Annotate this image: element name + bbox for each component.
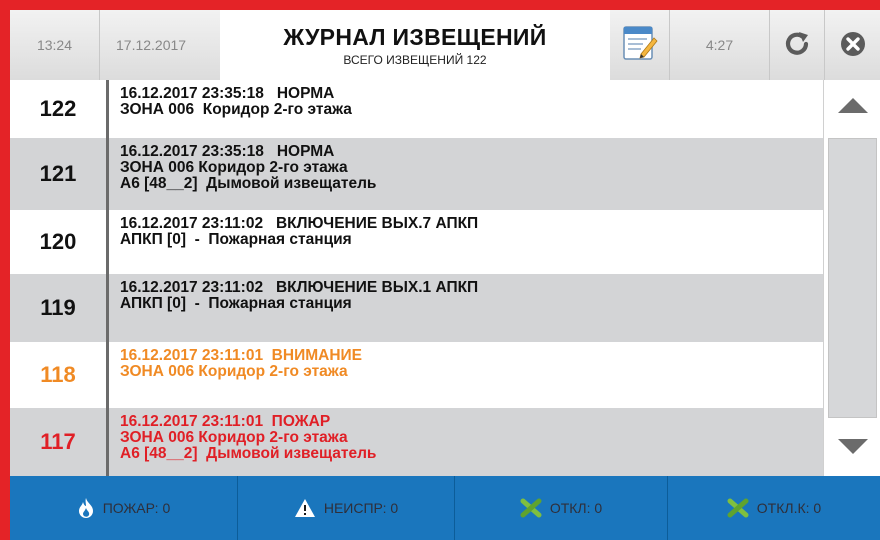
- fault-count: НЕИСПР: 0: [323, 500, 399, 516]
- event-number: 120: [39, 229, 77, 254]
- disabled-k-count: ОТКЛ.К: 0: [756, 500, 822, 516]
- warning-icon: [294, 498, 316, 518]
- fault-status-button[interactable]: НЕИСПР: 0: [238, 476, 455, 540]
- row-divider: [106, 408, 109, 476]
- notepad-icon: [621, 24, 659, 67]
- refresh-button[interactable]: [770, 10, 825, 80]
- triangle-down-icon: [836, 436, 870, 461]
- notepad-button[interactable]: [610, 10, 670, 80]
- event-line: 16.12.2017 23:11:02 ВКЛЮЧЕНИЕ ВЫХ.1 АПКП: [120, 279, 479, 296]
- scroll-up-button[interactable]: [824, 80, 880, 135]
- scroll-down-button[interactable]: [824, 421, 880, 476]
- event-line: ЗОНА 006 Коридор 2-го этажа: [120, 159, 348, 176]
- event-text: 16.12.2017 23:11:02 ВКЛЮЧЕНИЕ ВЫХ.1 АПКП…: [120, 280, 478, 312]
- row-divider: [106, 138, 109, 210]
- event-row-118[interactable]: 118 16.12.2017 23:11:01 ВНИМАНИЕ ЗОНА 00…: [10, 342, 823, 408]
- refresh-icon: [782, 29, 812, 62]
- disabled-k-status-button[interactable]: ОТКЛ.К: 0: [668, 476, 880, 540]
- event-row-119[interactable]: 119 16.12.2017 23:11:02 ВКЛЮЧЕНИЕ ВЫХ.1 …: [10, 274, 823, 342]
- clock-time: 13:24: [10, 10, 100, 80]
- event-row-121[interactable]: 121 16.12.2017 23:35:18 НОРМА ЗОНА 006 К…: [10, 138, 823, 210]
- header: 13:24 17.12.2017 ЖУРНАЛ ИЗВЕЩЕНИЙ ВСЕГО …: [10, 10, 880, 80]
- row-divider: [106, 210, 109, 274]
- journal-window: 13:24 17.12.2017 ЖУРНАЛ ИЗВЕЩЕНИЙ ВСЕГО …: [10, 10, 880, 540]
- time-text: 13:24: [36, 37, 73, 53]
- scrollbar[interactable]: [823, 80, 880, 476]
- fire-status-button[interactable]: ПОЖАР: 0: [10, 476, 238, 540]
- row-divider: [106, 80, 109, 138]
- close-button[interactable]: [825, 10, 880, 80]
- event-text: 16.12.2017 23:11:01 ВНИМАНИЕ ЗОНА 006 Ко…: [120, 348, 362, 380]
- event-number: 118: [40, 362, 76, 387]
- event-line: ЗОНА 006 Коридор 2-го этажа: [120, 101, 352, 118]
- page-title: ЖУРНАЛ ИЗВЕЩЕНИЙ: [283, 23, 547, 50]
- event-list[interactable]: 122 16.12.2017 23:35:18 НОРМА ЗОНА 006 К…: [10, 80, 823, 476]
- row-divider: [106, 274, 109, 342]
- event-line: ЗОНА 006 Коридор 2-го этажа: [120, 429, 348, 446]
- event-line: 16.12.2017 23:11:02 ВКЛЮЧЕНИЕ ВЫХ.7 АПКП: [120, 215, 479, 232]
- event-line: АПКП [0] - Пожарная станция: [120, 231, 352, 248]
- total-count: ВСЕГО ИЗВЕЩЕНИЙ 122: [343, 52, 487, 67]
- current-date: 17.12.2017: [100, 10, 220, 80]
- triangle-up-icon: [836, 95, 870, 120]
- event-text: 16.12.2017 23:11:02 ВКЛЮЧЕНИЕ ВЫХ.7 АПКП…: [120, 216, 478, 248]
- event-number: 121: [39, 161, 77, 186]
- event-row-122[interactable]: 122 16.12.2017 23:35:18 НОРМА ЗОНА 006 К…: [10, 80, 823, 138]
- event-line: 16.12.2017 23:11:01 ПОЖАР: [120, 413, 331, 430]
- date-text: 17.12.2017: [116, 37, 187, 53]
- event-line: ЗОНА 006 Коридор 2-го этажа: [120, 363, 348, 380]
- close-icon: [839, 30, 867, 61]
- disabled-count: ОТКЛ: 0: [549, 500, 603, 516]
- fire-count: ПОЖАР: 0: [102, 500, 171, 516]
- event-row-120[interactable]: 120 16.12.2017 23:11:02 ВКЛЮЧЕНИЕ ВЫХ.7 …: [10, 210, 823, 274]
- scroll-track[interactable]: [828, 138, 877, 418]
- disabled-k-x-icon: [727, 498, 749, 518]
- event-line: 16.12.2017 23:35:18 НОРМА: [120, 143, 335, 160]
- disabled-status-button[interactable]: ОТКЛ: 0: [455, 476, 668, 540]
- event-line: АПКП [0] - Пожарная станция: [120, 295, 352, 312]
- event-text: 16.12.2017 23:35:18 НОРМА ЗОНА 006 Корид…: [120, 144, 376, 192]
- fire-icon: [77, 497, 95, 519]
- session-timer: 4:27: [670, 10, 770, 80]
- disabled-x-icon: [520, 498, 542, 518]
- event-text: 16.12.2017 23:35:18 НОРМА ЗОНА 006 Корид…: [120, 86, 352, 118]
- timer-text: 4:27: [705, 37, 734, 53]
- event-row-117[interactable]: 117 16.12.2017 23:11:01 ПОЖАР ЗОНА 006 К…: [10, 408, 823, 476]
- event-line: 16.12.2017 23:11:01 ВНИМАНИЕ: [120, 347, 362, 364]
- event-line: А6 [48__2] Дымовой извещатель: [120, 175, 377, 192]
- event-number: 119: [40, 295, 76, 320]
- event-number: 122: [39, 96, 77, 121]
- event-line: А6 [48__2] Дымовой извещатель: [120, 445, 377, 462]
- title-block: ЖУРНАЛ ИЗВЕЩЕНИЙ ВСЕГО ИЗВЕЩЕНИЙ 122: [220, 10, 610, 80]
- status-bar: ПОЖАР: 0 НЕИСПР: 0 ОТКЛ: 0 ОТКЛ.К: 0: [10, 476, 880, 540]
- event-text: 16.12.2017 23:11:01 ПОЖАР ЗОНА 006 Корид…: [120, 414, 376, 462]
- event-number: 117: [40, 429, 76, 454]
- event-line: 16.12.2017 23:35:18 НОРМА: [120, 85, 335, 102]
- row-divider: [106, 342, 109, 408]
